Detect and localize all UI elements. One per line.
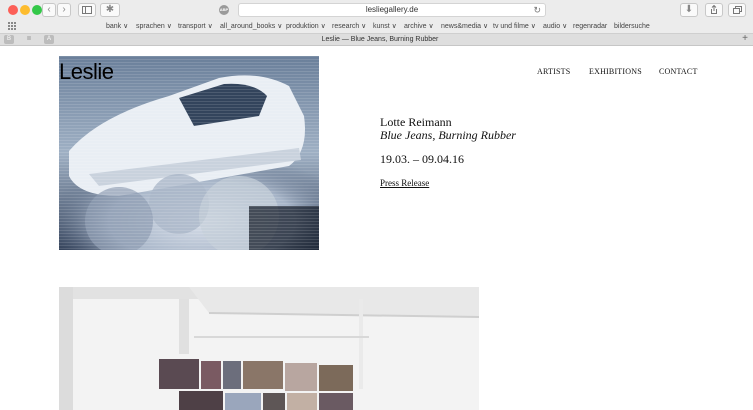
tab-button-a[interactable]: A (44, 35, 54, 44)
favorite-news-media[interactable]: news&media ∨ (441, 20, 488, 33)
sidebar-button[interactable] (78, 3, 96, 17)
sidebar-icon (82, 6, 92, 14)
reload-icon[interactable]: ↻ (533, 4, 541, 16)
favorite-transport[interactable]: transport ∨ (178, 20, 213, 33)
share-button[interactable] (705, 3, 723, 17)
favorite-audio[interactable]: audio ∨ (543, 20, 567, 33)
framed-photographs (159, 359, 353, 410)
downloads-button[interactable]: ⬇ (680, 3, 698, 17)
nav-contact[interactable]: CONTACT (659, 67, 698, 76)
address-bar[interactable]: lesliegallery.de ↻ (238, 3, 546, 17)
exhibition-image-car[interactable] (59, 56, 319, 250)
favorite-tv-und-filme[interactable]: tv und filme ∨ (493, 20, 536, 33)
favorite-all-around-books[interactable]: all_around_books ∨ (220, 20, 282, 33)
favorite-kunst[interactable]: kunst ∨ (373, 20, 397, 33)
share-icon (711, 4, 717, 14)
exhibition-installation-image[interactable] (59, 287, 479, 410)
car-burnout-photo (59, 56, 319, 250)
chevron-right-icon: › (62, 4, 66, 15)
close-window-button[interactable] (8, 5, 18, 15)
reader-icon: ≣ (26, 36, 32, 42)
favorites-bar: bank ∨ sprachen ∨ transport ∨ all_around… (0, 20, 753, 33)
favorite-bildersuche[interactable]: bildersuche (614, 20, 650, 33)
press-release-link[interactable]: Press Release (380, 178, 429, 188)
zoom-window-button[interactable] (32, 5, 42, 15)
tab-bar: B ≣ A Leslie — Blue Jeans, Burning Rubbe… (0, 33, 753, 46)
tab-button-b[interactable]: B (4, 35, 14, 44)
minimize-window-button[interactable] (20, 5, 30, 15)
nav-exhibitions[interactable]: EXHIBITIONS (589, 67, 642, 76)
tabs-overview-button[interactable] (728, 3, 746, 17)
grid-icon[interactable] (8, 22, 17, 30)
new-tab-button[interactable]: + (740, 34, 750, 45)
exhibition-dates: 19.03. – 09.04.16 (380, 152, 464, 166)
star-icon: ✱ (105, 4, 115, 15)
favorite-produktion[interactable]: produktion ∨ (286, 20, 326, 33)
top-sites-button[interactable]: ✱ (100, 3, 120, 17)
favorite-archive[interactable]: archive ∨ (404, 20, 434, 33)
nav-artists[interactable]: ARTISTS (537, 67, 570, 76)
exhibition-title: Blue Jeans, Burning Rubber (380, 128, 516, 142)
favorite-regenradar[interactable]: regenradar (573, 20, 607, 33)
favorite-bank[interactable]: bank ∨ (106, 20, 128, 33)
tabs-icon (732, 6, 742, 14)
favorite-sprachen[interactable]: sprachen ∨ (136, 20, 172, 33)
url-text: lesliegallery.de (365, 5, 419, 14)
download-icon: ⬇ (684, 4, 694, 15)
site-logo[interactable]: Leslie (59, 59, 114, 85)
plus-icon: + (742, 33, 748, 44)
installation-view-photo (59, 287, 479, 410)
web-page: Leslie ARTISTS EXHIBITIONS CONTACT Lotte… (0, 46, 753, 410)
forward-button[interactable]: › (57, 3, 71, 17)
browser-toolbar: ‹ › ✱ ABP lesliegallery.de ↻ ⬇ (0, 0, 753, 20)
back-button[interactable]: ‹ (42, 3, 56, 17)
tab-title[interactable]: Leslie — Blue Jeans, Burning Rubber (260, 34, 500, 45)
chevron-left-icon: ‹ (47, 4, 51, 15)
adblock-icon[interactable]: ABP (219, 5, 229, 15)
reader-button[interactable]: ≣ (24, 35, 34, 44)
favorite-research[interactable]: research ∨ (332, 20, 366, 33)
